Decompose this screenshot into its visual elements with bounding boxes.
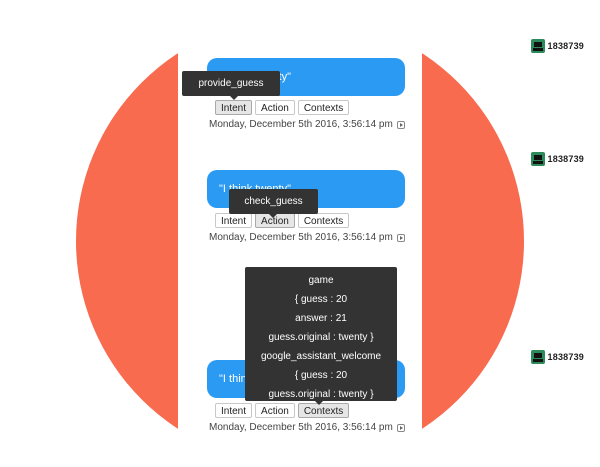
tooltip-arrow (314, 400, 324, 405)
contexts-button[interactable]: Contexts (297, 403, 350, 418)
action-button[interactable]: Action (255, 403, 295, 418)
tooltip-line: { guess : 20 (294, 294, 348, 305)
play-icon[interactable] (396, 423, 405, 432)
tooltip-line: guess.original : twenty } (268, 332, 374, 343)
user-badge: 1838739 (530, 151, 584, 167)
tooltip-line: google_assistant_welcome (260, 351, 382, 362)
contexts-tooltip: game { guess : 20 answer : 21 guess.orig… (245, 267, 397, 401)
tooltip-arrow (229, 95, 239, 100)
user-badge: 1838739 (530, 38, 584, 54)
message-actions: Intent Action Contexts (215, 213, 350, 228)
timestamp-text: Monday, December 5th 2016, 3:56:14 pm (209, 119, 393, 130)
timestamp-text: Monday, December 5th 2016, 3:56:14 pm (209, 422, 393, 433)
android-bot-icon (530, 39, 545, 53)
timestamp-text: Monday, December 5th 2016, 3:56:14 pm (209, 232, 393, 243)
play-icon[interactable] (396, 233, 405, 242)
tooltip-line: check_guess (244, 196, 303, 207)
user-id: 1838739 (547, 154, 584, 164)
action-button[interactable]: Action (255, 100, 295, 115)
user-id: 1838739 (547, 41, 584, 51)
message-actions: Intent Action Contexts (215, 100, 350, 115)
tooltip-line: game (308, 275, 334, 286)
intent-button[interactable]: Intent (215, 100, 253, 115)
play-icon[interactable] (396, 120, 405, 129)
tooltip-arrow (268, 213, 278, 218)
tooltip-line: { guess : 20 (294, 370, 348, 381)
intent-tooltip: provide_guess (182, 71, 280, 96)
android-bot-icon (530, 350, 545, 364)
tooltip-line: answer : 21 (295, 313, 347, 324)
message-timestamp: Monday, December 5th 2016, 3:56:14 pm (209, 232, 405, 243)
action-tooltip: check_guess (229, 189, 318, 214)
android-bot-icon (530, 152, 545, 166)
intent-button[interactable]: Intent (215, 403, 253, 418)
user-badge: 1838739 (530, 349, 584, 365)
message-timestamp: Monday, December 5th 2016, 3:56:14 pm (209, 119, 405, 130)
contexts-button[interactable]: Contexts (297, 100, 350, 115)
contexts-button[interactable]: Contexts (297, 213, 350, 228)
message-timestamp: Monday, December 5th 2016, 3:56:14 pm (209, 422, 405, 433)
tooltip-line: provide_guess (198, 78, 264, 89)
intent-button[interactable]: Intent (215, 213, 253, 228)
user-id: 1838739 (547, 352, 584, 362)
message-actions: Intent Action Contexts (215, 403, 350, 418)
